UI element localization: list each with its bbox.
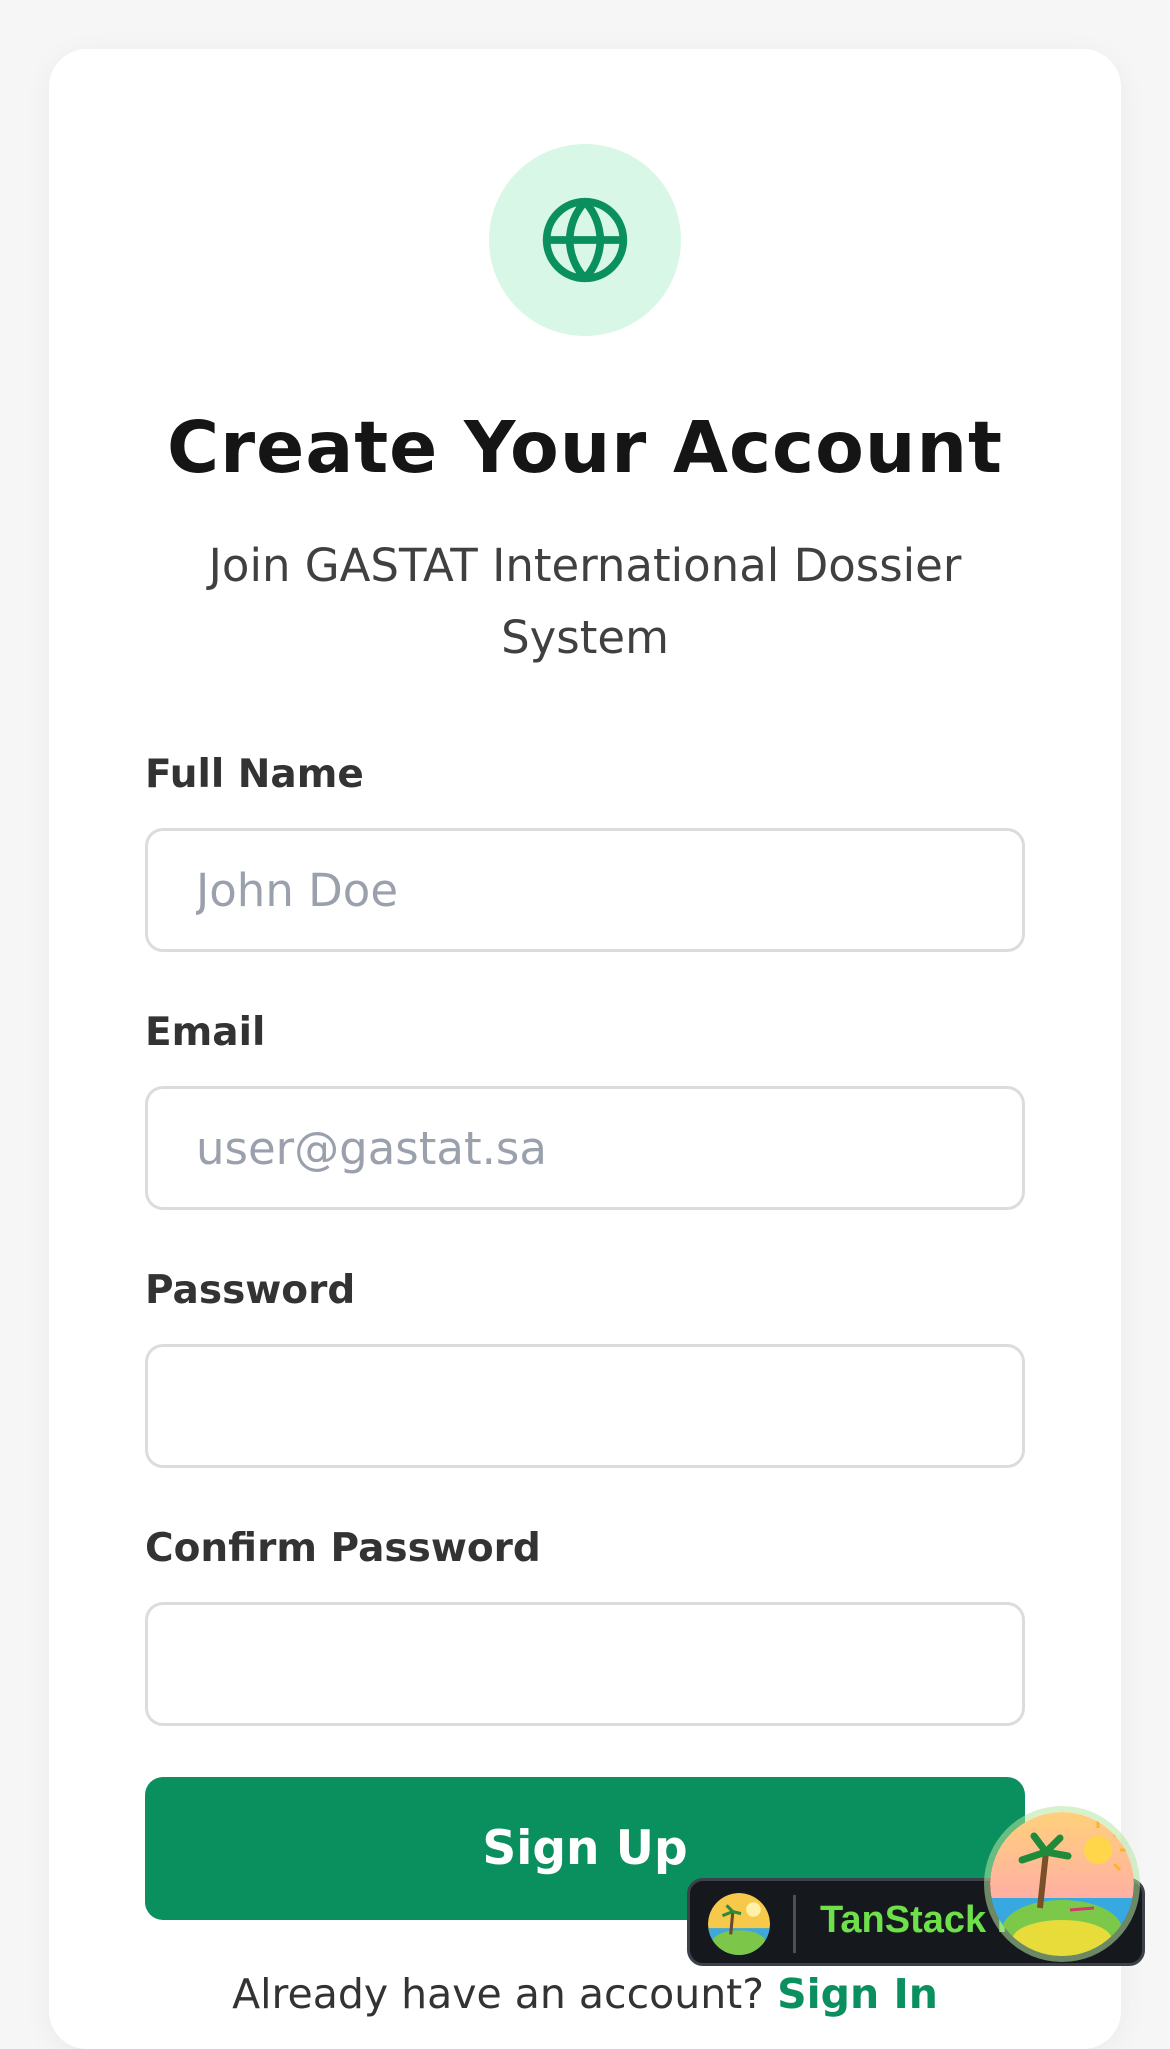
app-logo — [489, 144, 681, 336]
confirm-password-label: Confirm Password — [145, 1526, 541, 1571]
email-label: Email — [145, 1010, 266, 1055]
email-input[interactable] — [145, 1086, 1025, 1210]
sign-in-link[interactable]: Sign In — [777, 1970, 938, 2018]
signin-prompt: Already have an account? Sign In — [0, 1970, 1170, 2018]
full-name-input[interactable] — [145, 828, 1025, 952]
globe-icon — [542, 197, 628, 283]
page-subtitle: Join GASTAT International Dossier System — [208, 539, 962, 664]
full-name-label: Full Name — [145, 752, 364, 797]
password-label: Password — [145, 1268, 356, 1313]
devtools-divider — [793, 1895, 796, 1953]
password-input[interactable] — [145, 1344, 1025, 1468]
page-title: Create Your Account — [167, 406, 1003, 489]
signin-prompt-text: Already have an account? — [232, 1970, 765, 2018]
tanstack-logo-icon — [708, 1893, 770, 1955]
tanstack-floating-logo-icon[interactable] — [990, 1812, 1134, 1956]
confirm-password-input[interactable] — [145, 1602, 1025, 1726]
